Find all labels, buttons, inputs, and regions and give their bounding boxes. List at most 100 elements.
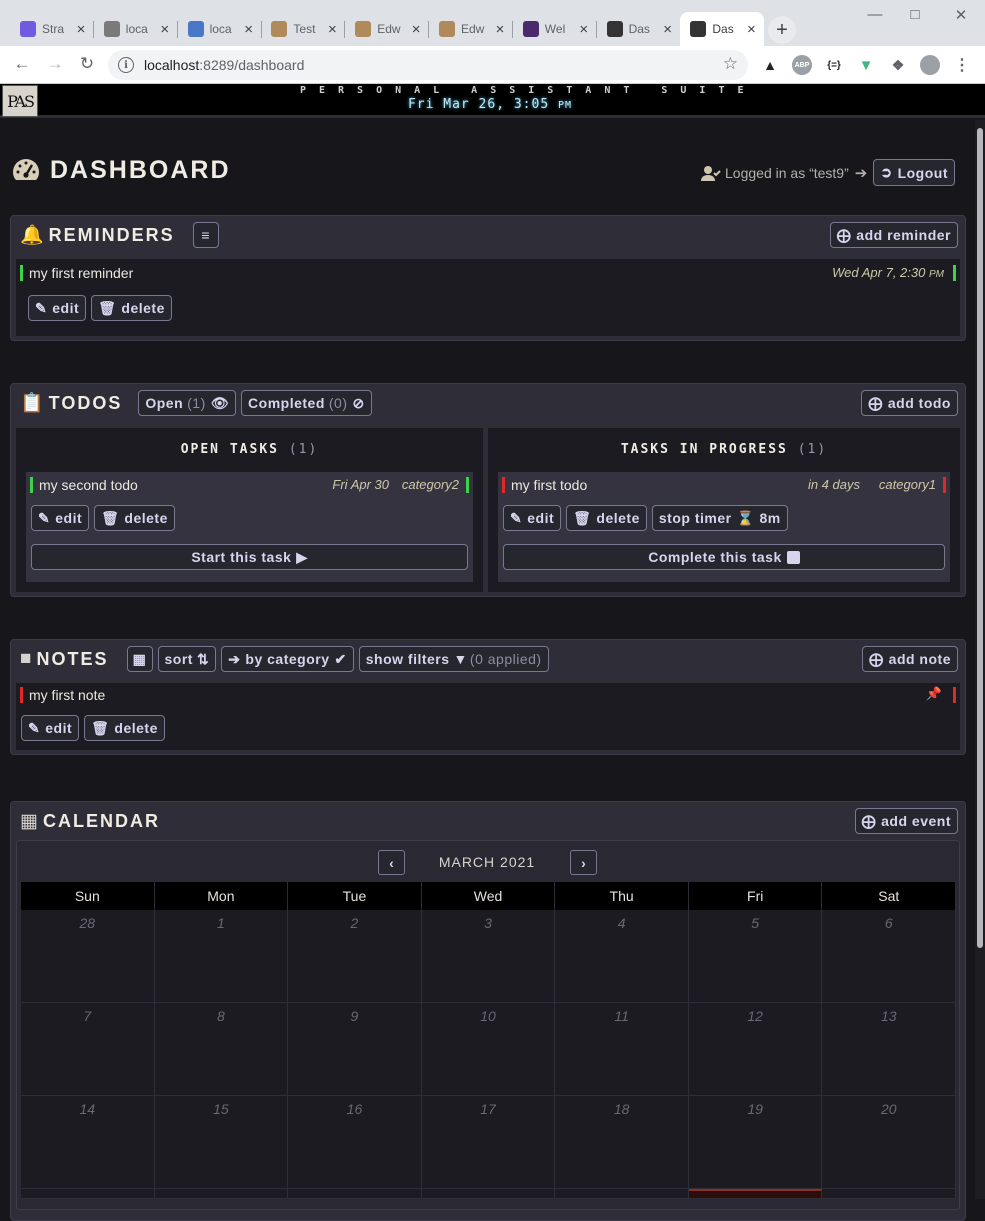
- show-filters-button[interactable]: show filters ▼ (0 applied): [358, 646, 549, 672]
- pas-logo[interactable]: PAS: [2, 85, 38, 117]
- browser-tab[interactable]: Edw ×: [345, 12, 430, 46]
- edit-todo-button[interactable]: ✎ edit: [31, 505, 90, 531]
- calendar-day-cell[interactable]: 11: [555, 1003, 689, 1096]
- calendar-day-cell[interactable]: [21, 1189, 155, 1199]
- add-note-button[interactable]: ⨁ add note: [862, 646, 958, 672]
- calendar-day-cell[interactable]: 17: [421, 1096, 556, 1189]
- browser-tab[interactable]: Edw ×: [429, 12, 513, 46]
- minimize-icon[interactable]: —: [860, 6, 890, 23]
- completed-filter-button[interactable]: Completed (0) ⊘: [241, 390, 372, 416]
- vue-devtools-icon[interactable]: ▼: [856, 55, 876, 75]
- browser-tab[interactable]: Stra ×: [10, 12, 94, 46]
- browser-tab[interactable]: Das ×: [680, 12, 765, 46]
- close-window-icon[interactable]: ✕: [946, 6, 976, 24]
- close-tab-icon[interactable]: ×: [325, 21, 339, 38]
- calendar-day-cell[interactable]: [288, 1189, 422, 1199]
- add-todo-button[interactable]: ⨁ add todo: [861, 390, 958, 416]
- clipboard-list-icon: 📋: [20, 393, 44, 414]
- close-tab-icon[interactable]: ×: [158, 21, 172, 38]
- sort-label: sort: [164, 651, 193, 667]
- calendar-day-cell[interactable]: 16: [288, 1096, 422, 1189]
- close-tab-icon[interactable]: ×: [661, 21, 675, 38]
- delete-todo-button[interactable]: 🗑 delete: [566, 505, 647, 531]
- calendar-day-cell[interactable]: 9: [288, 1003, 422, 1096]
- close-tab-icon[interactable]: ×: [74, 21, 88, 38]
- close-tab-icon[interactable]: ×: [242, 21, 256, 38]
- calendar-day-cell[interactable]: 8: [154, 1003, 289, 1096]
- calendar-day-cell[interactable]: 14: [21, 1096, 155, 1189]
- stop-timer-button[interactable]: stop timer ⌛ 8m: [651, 505, 788, 531]
- calendar-day-cell[interactable]: [822, 1189, 957, 1199]
- json-formatter-icon[interactable]: {=}: [824, 55, 844, 75]
- adblock-icon[interactable]: ABP: [792, 55, 812, 75]
- edit-note-button[interactable]: ✎ edit: [21, 715, 80, 741]
- calendar-day-cell[interactable]: 12: [688, 1003, 823, 1096]
- calendar-day-cell[interactable]: 13: [822, 1003, 957, 1096]
- profile-avatar[interactable]: [920, 55, 940, 75]
- filter-icon: ▼: [453, 651, 468, 667]
- delete-todo-button[interactable]: 🗑 delete: [94, 505, 175, 531]
- sort-button[interactable]: sort ⇅: [157, 646, 217, 672]
- maximize-icon[interactable]: □: [900, 6, 930, 23]
- browser-menu-icon[interactable]: ⋮: [952, 55, 972, 75]
- reminders-title: REMINDERS: [48, 224, 175, 245]
- close-tab-icon[interactable]: ×: [409, 21, 423, 38]
- page-scrollbar[interactable]: [975, 120, 985, 1199]
- calendar-day-cell[interactable]: [688, 1189, 823, 1199]
- by-category-button[interactable]: ➔ by category ✔: [221, 646, 354, 672]
- browser-tab[interactable]: Wel ×: [513, 12, 597, 46]
- calendar-day-cell[interactable]: 20: [822, 1096, 957, 1189]
- extensions-puzzle-icon[interactable]: ❖: [888, 55, 908, 75]
- calendar-day-cell[interactable]: [154, 1189, 289, 1199]
- new-tab-button[interactable]: +: [768, 16, 796, 44]
- calendar-day-cell[interactable]: [421, 1189, 556, 1199]
- open-filter-button[interactable]: Open (1) 👁: [138, 390, 237, 416]
- delete-note-button[interactable]: 🗑 delete: [84, 715, 165, 741]
- reload-icon[interactable]: ↻: [75, 54, 99, 76]
- close-tab-icon[interactable]: ×: [577, 21, 591, 38]
- pin-icon[interactable]: 📌: [926, 686, 942, 702]
- complete-task-button[interactable]: Complete this task: [503, 544, 945, 570]
- calendar-day-cell[interactable]: 18: [555, 1096, 689, 1189]
- close-tab-icon[interactable]: ×: [493, 21, 507, 38]
- arrow-right-icon: ➔: [228, 650, 241, 667]
- calendar-day-cell[interactable]: 2: [288, 910, 422, 1003]
- calendar-day-cell[interactable]: 1: [154, 910, 289, 1003]
- extension-shoe-icon[interactable]: ▲: [760, 55, 780, 75]
- calendar-day-cell[interactable]: 6: [822, 910, 957, 1003]
- forward-icon[interactable]: →: [43, 54, 67, 76]
- add-event-button[interactable]: ⨁ add event: [854, 808, 958, 834]
- weekday-header: Mon: [155, 882, 289, 910]
- address-bar[interactable]: i localhost:8289/dashboard ☆: [108, 50, 748, 80]
- site-info-icon[interactable]: i: [118, 57, 134, 73]
- add-reminder-button[interactable]: ⨁ add reminder: [829, 222, 958, 248]
- calendar-day-cell[interactable]: 15: [154, 1096, 289, 1189]
- browser-tab[interactable]: Das ×: [597, 12, 681, 46]
- calendar-day-number: 4: [617, 915, 626, 931]
- close-tab-icon[interactable]: ×: [744, 21, 758, 38]
- logout-button[interactable]: ➲ Logout: [873, 159, 955, 186]
- calendar-day-cell[interactable]: 5: [688, 910, 823, 1003]
- next-month-button[interactable]: ›: [570, 850, 597, 875]
- edit-icon: ✎: [28, 719, 41, 736]
- calendar-day-cell[interactable]: 28: [21, 910, 155, 1003]
- calendar-day-cell[interactable]: 7: [21, 1003, 155, 1096]
- calendar-day-cell[interactable]: [555, 1189, 689, 1199]
- bookmark-star-icon[interactable]: ☆: [723, 54, 738, 74]
- list-view-toggle[interactable]: ≡: [192, 222, 219, 248]
- start-task-button[interactable]: Start this task ▶: [31, 544, 468, 570]
- browser-tab[interactable]: Test ×: [261, 12, 346, 46]
- calendar-day-cell[interactable]: 4: [555, 910, 689, 1003]
- prev-month-button[interactable]: ‹: [378, 850, 405, 875]
- back-icon[interactable]: ←: [10, 54, 34, 76]
- delete-reminder-button[interactable]: 🗑 delete: [91, 295, 172, 321]
- scrollbar-thumb[interactable]: [977, 128, 983, 948]
- grid-view-toggle[interactable]: ▦: [126, 646, 153, 672]
- calendar-day-cell[interactable]: 10: [421, 1003, 556, 1096]
- edit-todo-button[interactable]: ✎ edit: [503, 505, 562, 531]
- browser-tab[interactable]: loca ×: [178, 12, 262, 46]
- calendar-day-cell[interactable]: 3: [421, 910, 556, 1003]
- edit-reminder-button[interactable]: ✎ edit: [28, 295, 87, 321]
- browser-tab[interactable]: loca ×: [94, 12, 178, 46]
- calendar-day-cell[interactable]: 19: [688, 1096, 823, 1189]
